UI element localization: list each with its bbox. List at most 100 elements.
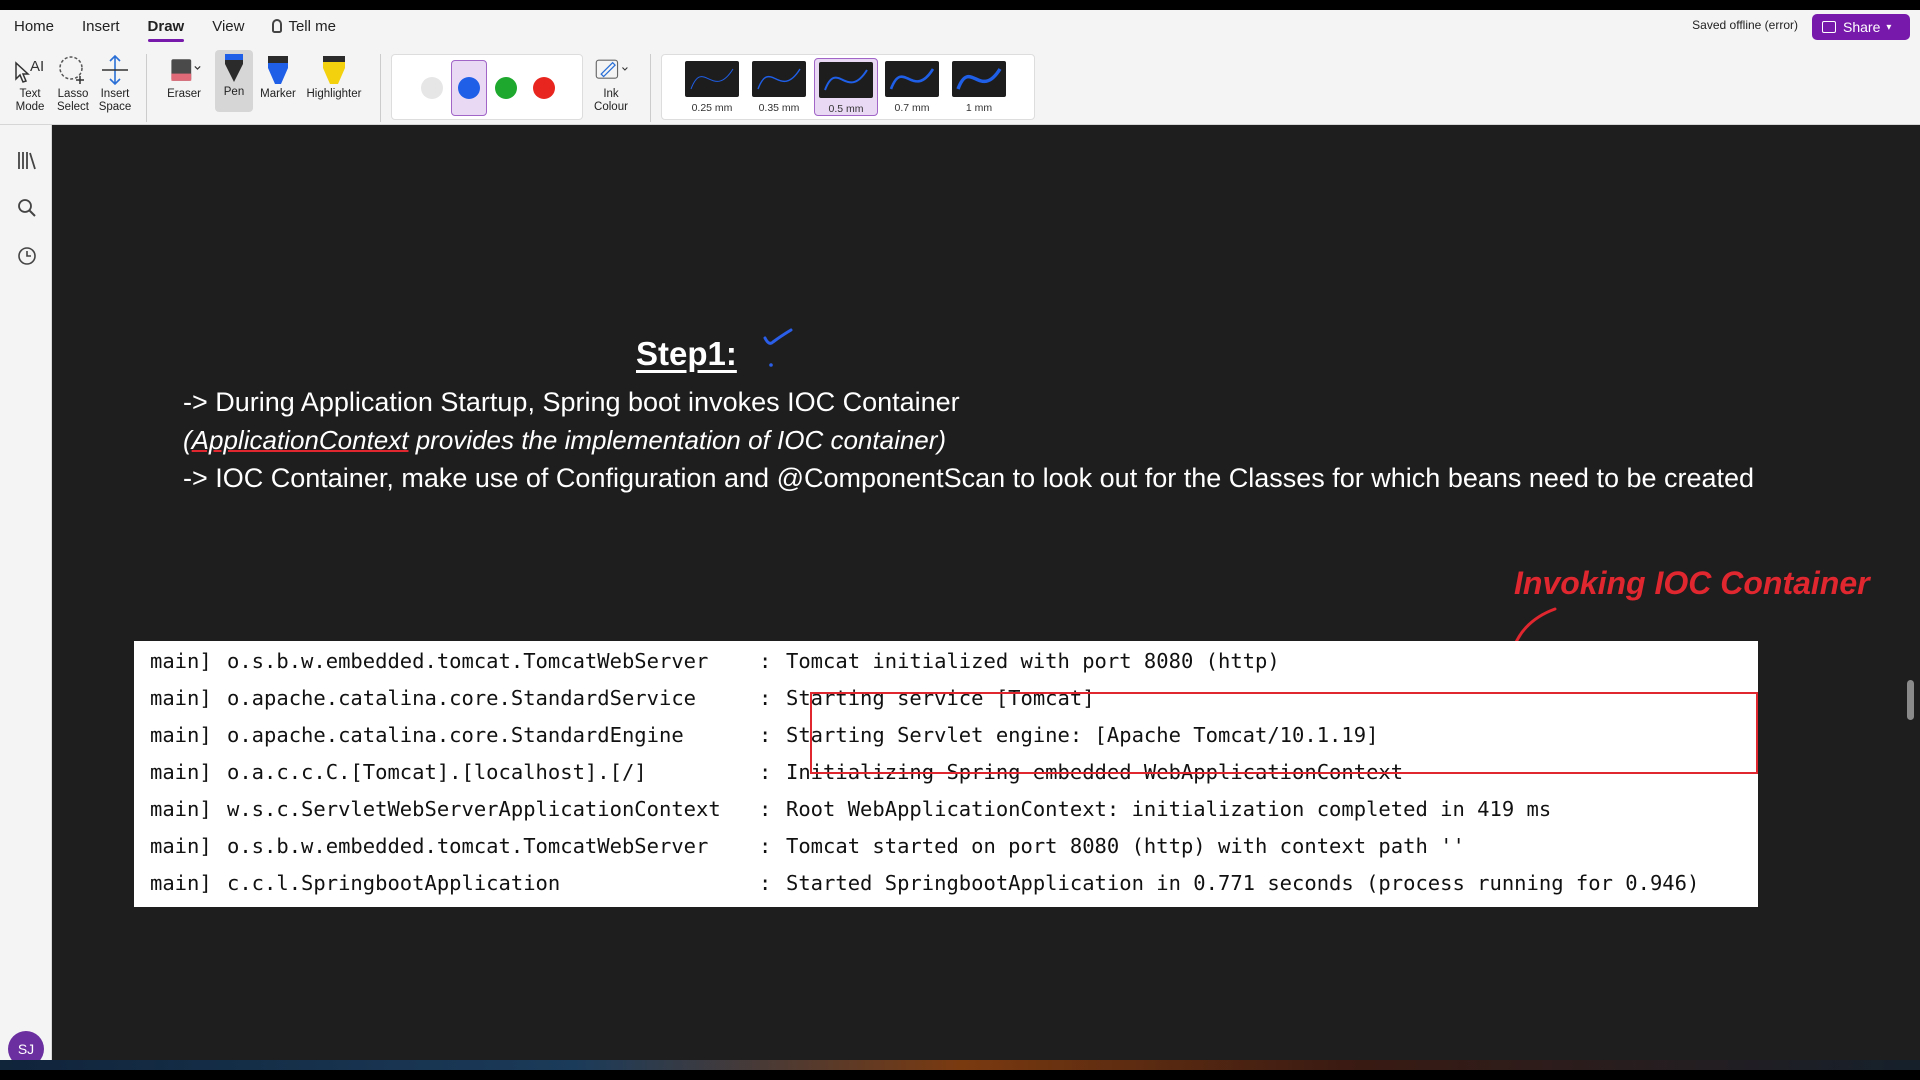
text-mode-label-1: Text [19,88,41,100]
log-message: Tomcat started on port 8080 (http) with … [786,834,1465,858]
note-canvas[interactable]: Step1: -> During Application Startup, Sp… [53,125,1920,1070]
pen-button[interactable]: Pen [215,50,253,112]
lightbulb-icon [272,19,283,33]
marker-label: Marker [260,88,296,100]
menu-draw[interactable]: Draw [134,12,199,42]
paren-open: ( [183,425,192,455]
pen-width-0-35[interactable]: 0.35 mm [747,58,811,116]
annotation-text: Invoking IOC Container [1514,565,1870,601]
svg-text:AI: AI [30,58,44,75]
text-cursor-icon: AI [12,52,48,88]
color-swatch-green[interactable] [495,77,517,99]
note-line-3: -> IOC Container, make use of Configurat… [183,463,1755,493]
log-row: main] o.s.b.w.embedded.tomcat.TomcatWebSe… [134,643,1758,680]
step-heading: Step1: [636,335,737,372]
color-swatch-white[interactable] [421,77,443,99]
log-logger: w.s.c.ServletWebServerApplicationContext [227,797,721,821]
pen-width-label: 0.5 mm [828,103,864,115]
ink-color-palette [391,54,583,120]
log-thread: main] [150,723,212,747]
log-message: Started SpringbootApplication in 0.771 s… [786,871,1700,895]
notebooks-icon[interactable] [16,149,38,171]
log-colon: : [759,871,772,895]
ribbon-divider [146,54,147,122]
note-line-1: -> During Application Startup, Spring bo… [183,387,960,417]
log-row: main] o.s.b.w.embedded.tomcat.TomcatWebSe… [134,828,1758,865]
ribbon-divider [380,54,381,122]
pen-width-1[interactable]: 1 mm [947,58,1011,116]
log-logger: o.s.b.w.embedded.tomcat.TomcatWebServer [227,649,709,673]
highlighter-button[interactable]: Highlighter [302,52,366,101]
share-icon [1822,21,1836,33]
ink-checkmark [763,328,793,367]
pen-width-label: 1 mm [965,102,993,114]
log-thread: main] [150,797,212,821]
tell-me-label: Tell me [288,18,336,35]
log-colon: : [759,686,772,710]
log-message: Tomcat initialized with port 8080 (http) [786,649,1280,673]
log-logger: o.s.b.w.embedded.tomcat.TomcatWebServer [227,834,709,858]
chevron-down-icon: ▾ [1886,21,1892,33]
log-colon: : [759,797,772,821]
save-status: Saved offline (error) [1692,18,1798,32]
pen-width-label: 0.35 mm [758,102,800,114]
stroke-preview-icon [952,61,1006,97]
highlighter-icon [316,52,352,88]
log-thread: main] [150,760,212,784]
text-mode-button[interactable]: AI Text Mode [8,52,52,114]
pen-width-label: 0.25 mm [691,102,733,114]
pen-width-0-7[interactable]: 0.7 mm [880,58,944,116]
ink-colour-label-2: Colour [594,101,628,113]
color-swatch-blue[interactable] [458,77,480,99]
eraser-button[interactable]: Eraser [158,52,210,101]
highlighter-label: Highlighter [306,88,362,100]
note-line-2: (ApplicationContext provides the impleme… [183,425,946,456]
log-colon: : [759,723,772,747]
menu-insert[interactable]: Insert [68,12,134,42]
pen-width-0-25[interactable]: 0.25 mm [680,58,744,116]
ribbon: Home Insert Draw View Tell me Saved offl… [0,10,1920,125]
log-colon: : [759,834,772,858]
search-icon[interactable] [16,197,38,219]
marker-icon [260,52,296,88]
ribbon-divider [650,54,651,122]
lasso-label-1: Lasso [57,88,89,100]
onenote-window: Home Insert Draw View Tell me Saved offl… [0,10,1920,1070]
marker-button[interactable]: Marker [258,52,298,101]
menu-bar: Home Insert Draw View Tell me [0,12,350,42]
log-colon: : [759,760,772,784]
insert-space-label-2: Space [98,101,132,113]
log-row: main] c.c.l.SpringbootApplication: Started… [134,865,1758,902]
menu-home[interactable]: Home [0,12,68,42]
menu-view[interactable]: View [198,12,258,42]
insert-space-icon [97,52,133,88]
share-label: Share [1843,19,1881,35]
lasso-select-button[interactable]: Lasso Select [52,52,94,114]
navigation-rail: SJ [0,125,52,1070]
log-logger: o.apache.catalina.core.StandardService [227,686,696,710]
log-thread: main] [150,871,212,895]
console-log-image: main] o.s.b.w.embedded.tomcat.TomcatWebSe… [134,641,1758,907]
log-logger: o.apache.catalina.core.StandardEngine [227,723,684,747]
pen-label: Pen [223,86,245,98]
stroke-preview-icon [885,61,939,97]
log-colon: : [759,649,772,673]
stroke-preview-icon [819,62,873,98]
insert-space-button[interactable]: Insert Space [94,52,136,114]
highlight-box [810,692,1758,774]
note-line-2-rest: provides the implementation of IOC conta… [408,425,947,455]
ink-colour-button[interactable]: Ink Colour [584,52,638,114]
log-logger: c.c.l.SpringbootApplication [227,871,561,895]
tell-me-search[interactable]: Tell me [258,12,350,42]
log-thread: main] [150,649,212,673]
stroke-preview-icon [685,61,739,97]
recent-clock-icon[interactable] [16,245,38,267]
log-thread: main] [150,686,212,710]
pen-width-0-5[interactable]: 0.5 mm [814,58,878,116]
vertical-scrollbar[interactable] [1907,680,1914,720]
share-button[interactable]: Share ▾ [1812,14,1910,40]
applicationcontext-term: ApplicationContext [191,425,409,455]
color-swatch-red[interactable] [533,77,555,99]
log-row: main] w.s.c.ServletWebServerApplicationCo… [134,791,1758,828]
taskbar-strip [0,1060,1920,1070]
